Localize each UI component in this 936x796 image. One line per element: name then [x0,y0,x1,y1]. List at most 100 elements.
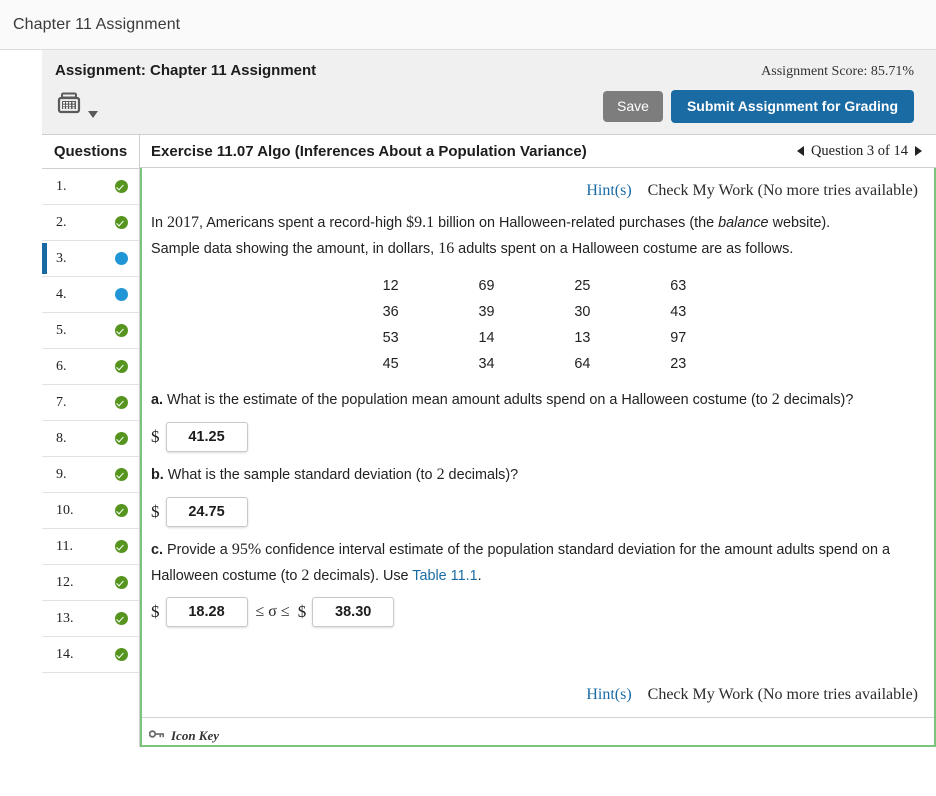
status-current-icon [115,288,128,301]
question-counter: Question 3 of 14 [810,142,908,159]
part-c-confidence-level: 95% [231,540,262,558]
question-list-item[interactable]: 5. [42,313,139,349]
data-cell: 36 [382,303,399,320]
questions-heading: Questions [42,135,139,169]
question-list-item[interactable]: 6. [42,349,139,385]
status-correct-icon [115,648,128,661]
statement-line2-part2: adults spent on a Halloween costume are … [454,240,794,257]
assignment-body: Questions 1. 2. 3. 4. 5. 6. 7. 8. 9. 10. 11. 12. 13.… [42,134,936,747]
part-c-answer-row: $ 18.28 ≤ σ ≤ $ 38.30 [151,597,918,628]
part-c-currency-symbol-upper: $ [297,602,307,622]
data-cell-spacer [726,351,918,377]
part-a-question: a. What is the estimate of the populatio… [151,387,918,413]
chevron-down-icon [88,111,98,118]
question-number-label: 13. [56,610,74,626]
status-correct-icon [115,360,128,373]
part-c-upper-bound-input[interactable]: 38.30 [312,597,395,628]
part-a-currency-symbol: $ [151,426,160,446]
question-list-item[interactable]: 1. [42,169,139,205]
question-list-item[interactable]: 4. [42,277,139,313]
part-c-lower-bound-input[interactable]: 18.28 [165,597,248,628]
part-c-inequality-symbols: ≤ σ ≤ [255,603,290,621]
part-c-text-1: Provide a [163,541,232,558]
calculator-icon [55,89,85,124]
statement-amount: $9.1 [406,214,435,231]
table-11-1-link[interactable]: Table 11.1 [412,568,477,584]
calculator-tool-button[interactable] [55,89,98,124]
question-content-box: Hint(s) Check My Work (No more tries ava… [140,168,936,747]
question-panel: Exercise 11.07 Algo (Inferences About a … [140,134,936,747]
data-cell-spacer [726,273,918,299]
hint-row-bottom: Hint(s) Check My Work (No more tries ava… [142,686,934,717]
question-text-area: In 2017, Americans spent a record-high $… [142,200,934,686]
data-cell: 43 [670,303,687,320]
part-b-text-1: What is the sample standard deviation (t… [163,466,437,483]
icon-key-label[interactable]: Icon Key [171,728,219,744]
question-list-item[interactable]: 9. [42,457,139,493]
question-list-item[interactable]: 13. [42,601,139,637]
page-root: Assignment: Chapter 11 Assignment Assign… [0,50,936,796]
data-cell: 23 [670,355,687,372]
data-cell: 69 [478,277,495,294]
question-number-label: 9. [56,466,67,482]
status-current-icon [115,252,128,265]
data-cell: 25 [574,277,591,294]
status-correct-icon [115,396,128,409]
save-button[interactable]: Save [603,90,663,123]
key-icon [148,727,165,745]
question-list-item[interactable]: 2. [42,205,139,241]
question-number-label: 6. [56,358,67,374]
window-title-bar: Chapter 11 Assignment [0,0,936,50]
statement-sample-size: 16 [438,239,455,257]
question-list-item[interactable]: 3. [42,241,139,277]
part-a-decimals: 2 [771,390,780,408]
question-navigation: Question 3 of 14 [796,142,922,160]
part-a-answer-input[interactable]: 41.25 [165,421,248,452]
data-cell: 34 [478,355,495,372]
part-c-text-4: . [477,567,482,584]
assignment-score: Assignment Score: 85.71% [761,64,914,79]
left-arrow-icon[interactable] [796,146,804,156]
data-cell: 53 [382,329,399,346]
header-button-group: Save Submit Assignment for Grading [603,89,914,124]
question-number-label: 2. [56,214,67,230]
status-correct-icon [115,216,128,229]
question-list-item[interactable]: 10. [42,493,139,529]
data-cell: 12 [382,277,399,294]
part-c-question: c. Provide a 95% confidence interval est… [151,537,918,589]
icon-key-bar: Icon Key [142,717,934,745]
statement-line1-part4: website). [768,215,831,231]
question-list-item[interactable]: 12. [42,565,139,601]
part-a-text-2: decimals)? [779,391,854,408]
question-list-item[interactable]: 11. [42,529,139,565]
hints-link-top[interactable]: Hint(s) [586,182,631,200]
submit-assignment-button[interactable]: Submit Assignment for Grading [670,89,914,124]
status-correct-icon [115,576,128,589]
question-list-item[interactable]: 14. [42,637,139,673]
right-arrow-icon[interactable] [915,146,922,156]
data-cell: 14 [478,329,495,346]
part-b-answer-input[interactable]: 24.75 [165,496,248,527]
question-number-label: 11. [56,538,73,554]
question-number-label: 14. [56,646,74,662]
question-list-item[interactable]: 8. [42,421,139,457]
assignment-header-row-top: Assignment: Chapter 11 Assignment Assign… [55,62,914,80]
part-b-text-2: decimals)? [444,466,519,483]
data-cell-spacer [151,325,343,351]
data-row: 36 39 30 43 [151,299,918,325]
data-cell-spacer [151,299,343,325]
statement-year: 2017 [167,214,199,231]
question-number-label: 8. [56,430,67,446]
data-cell: 97 [670,329,687,346]
hints-link-bottom[interactable]: Hint(s) [586,686,631,704]
data-cell: 13 [574,329,591,346]
part-c-text-2: confidence interval estimate of the popu… [151,541,890,584]
part-c-currency-symbol-lower: $ [151,602,160,622]
part-b-answer-row: $ 24.75 [151,496,918,527]
status-correct-icon [115,504,128,517]
question-list-item[interactable]: 7. [42,385,139,421]
check-my-work-top: Check My Work (No more tries available) [647,182,918,199]
data-cell-spacer [151,351,343,377]
status-correct-icon [115,612,128,625]
status-correct-icon [115,432,128,445]
